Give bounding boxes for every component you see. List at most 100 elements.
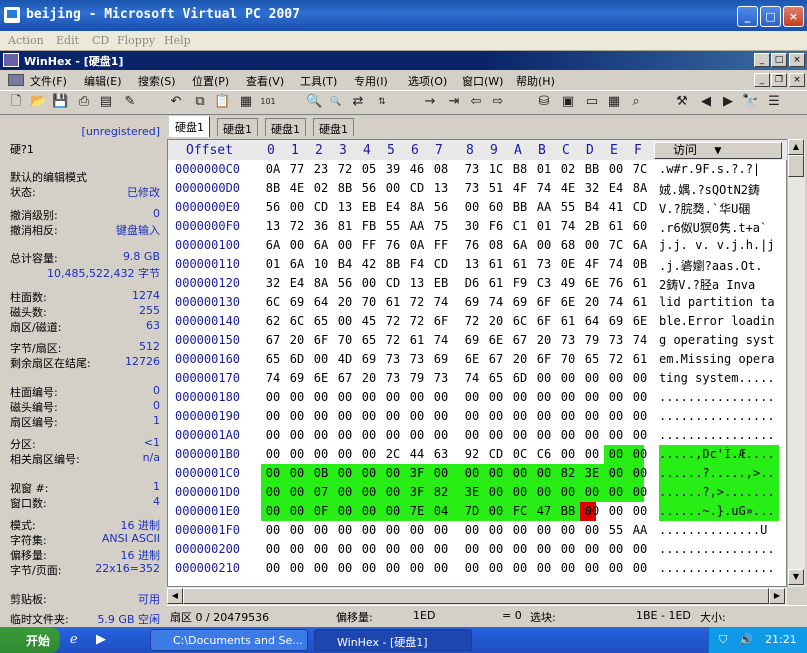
- hex-byte[interactable]: 74: [604, 257, 628, 271]
- tab-disk1-a[interactable]: 硬盘1: [169, 116, 210, 137]
- hex-byte[interactable]: 00: [381, 523, 405, 537]
- hex-row[interactable]: 0000001F0 00 00 00 00 00 00 00 00 00 00 00 00 00 00 55 A…: [168, 521, 788, 540]
- hex-byte[interactable]: 00: [429, 523, 453, 537]
- hex-byte[interactable]: 00: [556, 371, 580, 385]
- hex-byte[interactable]: 02: [309, 181, 333, 195]
- hex-byte[interactable]: 61: [508, 257, 532, 271]
- paste-special-icon[interactable]: ▦: [238, 94, 254, 110]
- hex-byte[interactable]: 6E: [460, 352, 484, 366]
- hex-byte[interactable]: 13: [460, 257, 484, 271]
- ascii-text[interactable]: .....,Dc'Í.Æ....: [659, 447, 788, 461]
- disk-icon[interactable]: ⛁: [536, 94, 552, 110]
- save-icon[interactable]: 💾: [52, 94, 68, 110]
- hex-byte[interactable]: 74: [429, 333, 453, 347]
- hex-byte[interactable]: 6A: [628, 238, 652, 252]
- hex-row[interactable]: 000000210 00 00 00 00 00 00 00 00 00 00 00 00 00 00 00 0…: [168, 559, 788, 578]
- hex-byte[interactable]: 00: [381, 542, 405, 556]
- horizontal-scrollbar[interactable]: ◀ ▶: [167, 587, 787, 605]
- print-icon[interactable]: ⎙: [76, 94, 92, 110]
- hex-byte[interactable]: 10: [309, 257, 333, 271]
- ascii-text[interactable]: lid partition ta: [659, 295, 788, 309]
- hex-byte[interactable]: 00: [628, 542, 652, 556]
- menu-window[interactable]: 窗口(W): [462, 73, 503, 89]
- hex-byte[interactable]: 77: [285, 162, 309, 176]
- paste-icon[interactable]: 📋: [214, 94, 230, 110]
- hex-byte[interactable]: 55: [604, 523, 628, 537]
- hex-byte[interactable]: 08: [429, 162, 453, 176]
- hex-byte[interactable]: 00: [333, 447, 357, 461]
- hex-byte[interactable]: 00: [484, 542, 508, 556]
- hex-byte[interactable]: 00: [508, 523, 532, 537]
- hex-byte[interactable]: 36: [309, 219, 333, 233]
- hex-byte[interactable]: CD: [484, 447, 508, 461]
- hex-byte[interactable]: 2C: [381, 447, 405, 461]
- hex-byte[interactable]: 82: [429, 485, 453, 499]
- hex-byte[interactable]: 44: [405, 447, 429, 461]
- hex-byte[interactable]: 00: [556, 542, 580, 556]
- hex-byte[interactable]: 69: [460, 333, 484, 347]
- hex-byte[interactable]: 00: [484, 409, 508, 423]
- hex-byte[interactable]: 3F: [405, 485, 429, 499]
- hex-byte[interactable]: B4: [580, 200, 604, 214]
- hex-byte[interactable]: 1C: [484, 162, 508, 176]
- hex-byte[interactable]: 00: [429, 466, 453, 480]
- hex-byte[interactable]: 0A: [405, 238, 429, 252]
- hex-byte[interactable]: 00: [580, 561, 604, 575]
- ascii-text[interactable]: ..............U: [659, 523, 788, 537]
- hex-byte[interactable]: 79: [405, 371, 429, 385]
- hex-row[interactable]: 000000100 6A 00 6A 00 FF 76 0A FF 76 08 6A 00 68 00 7C 6…: [168, 236, 788, 255]
- hex-byte[interactable]: 4F: [508, 181, 532, 195]
- ascii-text[interactable]: ................: [659, 542, 788, 556]
- hex-byte[interactable]: 73: [381, 371, 405, 385]
- hex-byte[interactable]: 4F: [580, 257, 604, 271]
- hex-row[interactable]: 0000001B0 00 00 00 00 00 2C 44 63 92 CD 0C C6 00 00 00 0…: [168, 445, 788, 464]
- hex-byte[interactable]: 0F: [309, 504, 333, 518]
- hex-byte[interactable]: 81: [333, 219, 357, 233]
- hex-byte[interactable]: 00: [405, 542, 429, 556]
- hex-byte[interactable]: 68: [556, 238, 580, 252]
- hex-byte[interactable]: 00: [508, 466, 532, 480]
- hex-byte[interactable]: 56: [357, 181, 381, 195]
- goto-arrow-icon[interactable]: →: [422, 94, 438, 110]
- hex-byte[interactable]: 23: [309, 162, 333, 176]
- hex-byte[interactable]: 67: [508, 333, 532, 347]
- hex-byte[interactable]: 6F: [429, 314, 453, 328]
- hex-byte[interactable]: 01: [532, 162, 556, 176]
- hex-byte[interactable]: 00: [580, 485, 604, 499]
- hex-byte[interactable]: AA: [532, 200, 556, 214]
- hex-byte[interactable]: 73: [556, 333, 580, 347]
- hex-byte[interactable]: 00: [628, 428, 652, 442]
- ascii-text[interactable]: .j.碆嬼?aas.Ot.: [659, 257, 788, 274]
- hex-byte[interactable]: 20: [333, 295, 357, 309]
- hex-row[interactable]: 000000120 32 E4 8A 56 00 CD 13 EB D6 61 F9 C3 49 6E 76 6…: [168, 274, 788, 293]
- hex-byte[interactable]: 20: [580, 295, 604, 309]
- hex-byte[interactable]: 00: [285, 390, 309, 404]
- hex-byte[interactable]: 4E: [556, 181, 580, 195]
- hex-byte[interactable]: 00: [532, 523, 556, 537]
- prev-icon[interactable]: ◀: [698, 94, 714, 110]
- hex-byte[interactable]: 00: [381, 504, 405, 518]
- hex-byte[interactable]: 76: [460, 238, 484, 252]
- hex-byte[interactable]: C3: [532, 276, 556, 290]
- hex-byte[interactable]: 00: [333, 409, 357, 423]
- hex-byte[interactable]: 00: [429, 428, 453, 442]
- hex-byte[interactable]: 76: [604, 276, 628, 290]
- hex-byte[interactable]: 00: [429, 409, 453, 423]
- copy-icon[interactable]: ⧉: [192, 94, 208, 110]
- horizontal-scroll-thumb[interactable]: [183, 588, 769, 604]
- hex-byte[interactable]: 00: [429, 390, 453, 404]
- goto-offset-icon[interactable]: ⇥: [446, 94, 462, 110]
- hex-byte[interactable]: 00: [309, 561, 333, 575]
- hex-byte[interactable]: 6F: [532, 295, 556, 309]
- hex-byte[interactable]: 00: [628, 485, 652, 499]
- hex-byte[interactable]: 8A: [309, 276, 333, 290]
- ascii-text[interactable]: ......~.}.uG»...: [659, 504, 788, 518]
- vpc-menu-help[interactable]: Help: [164, 34, 191, 47]
- hex-byte[interactable]: 65: [309, 314, 333, 328]
- list-icon[interactable]: ☰: [766, 94, 782, 110]
- hex-byte[interactable]: 00: [405, 409, 429, 423]
- ascii-text[interactable]: V.?脘奦.`华U碅: [659, 200, 788, 217]
- hex-byte[interactable]: 6E: [556, 295, 580, 309]
- hex-byte[interactable]: 00: [580, 428, 604, 442]
- hex-byte[interactable]: 00: [285, 238, 309, 252]
